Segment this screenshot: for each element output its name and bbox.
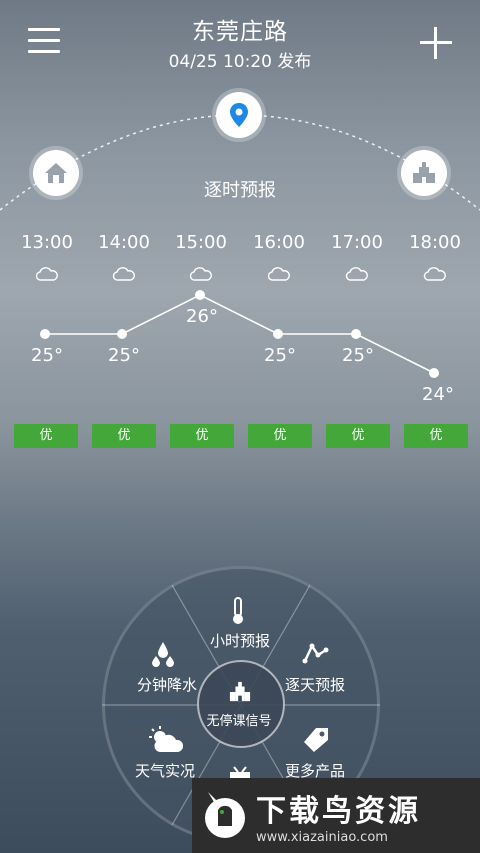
minute-precipitation-button[interactable]: 分钟降水	[130, 674, 204, 695]
location-pin-icon	[230, 103, 248, 127]
aqi-badge: 优	[248, 424, 312, 448]
temp-point	[273, 329, 283, 339]
hour-label: 17:00	[331, 232, 383, 253]
hour-label: 14:00	[98, 232, 150, 253]
live-weather-button[interactable]: 天气实况	[128, 760, 202, 781]
watermark-banner: 下载鸟资源 www.xiazainiao.com	[192, 778, 480, 853]
trend-icon	[302, 643, 329, 664]
temp-label: 25°	[342, 345, 374, 366]
temp-point	[40, 329, 50, 339]
hour-label: 18:00	[409, 232, 461, 253]
temp-label: 26°	[186, 306, 218, 327]
temp-label: 25°	[108, 345, 140, 366]
hour-label: 16:00	[253, 232, 305, 253]
aqi-badge: 优	[170, 424, 234, 448]
banner-url: www.xiazainiao.com	[256, 830, 388, 845]
hour-label: 15:00	[175, 232, 227, 253]
aqi-badge: 优	[14, 424, 78, 448]
temp-point	[117, 329, 127, 339]
hour-label: 13:00	[21, 232, 73, 253]
section-title: 逐时预报	[204, 180, 276, 201]
temp-point	[351, 329, 361, 339]
tag-icon	[304, 728, 328, 752]
temp-label: 25°	[31, 345, 63, 366]
aqi-badge: 优	[404, 424, 468, 448]
banner-title: 下载鸟资源	[256, 794, 421, 829]
temp-label: 24°	[422, 384, 454, 405]
no-class-suspension-button[interactable]	[197, 660, 285, 748]
raindrop-icon	[152, 642, 174, 667]
daily-forecast-button[interactable]: 逐天预报	[278, 674, 352, 695]
partly-cloudy-icon	[149, 726, 184, 752]
hourly-forecast-button[interactable]: 小时预报	[196, 630, 284, 651]
aqi-badge: 优	[92, 424, 156, 448]
temp-label: 25°	[264, 345, 296, 366]
aqi-badge: 优	[326, 424, 390, 448]
download-bird-logo	[205, 791, 245, 838]
thermometer-icon	[233, 597, 243, 624]
center-label: 无停课信号	[206, 714, 272, 729]
temp-point	[429, 368, 439, 378]
school-icon	[229, 681, 251, 702]
temp-point	[195, 290, 205, 300]
current-location-button[interactable]	[216, 92, 262, 138]
